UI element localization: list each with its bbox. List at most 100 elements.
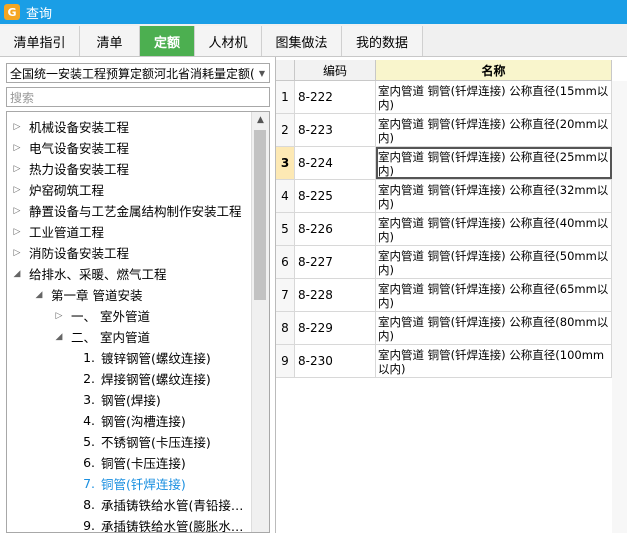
table-row[interactable]: 1 8-222 室内管道 铜管(钎焊连接) 公称直径(15mm以内) [276,81,627,114]
tab-bill-guide[interactable]: 清单指引 [0,26,80,56]
quota-name[interactable]: 室内管道 铜管(钎焊连接) 公称直径(32mm以内) [376,180,612,212]
table-row[interactable]: 3 8-224 室内管道 铜管(钎焊连接) 公称直径(25mm以内) [276,147,627,180]
collapse-arrow-icon[interactable]: ◢ [33,290,45,300]
table-row[interactable]: 9 8-230 室内管道 铜管(钎焊连接) 公称直径(100mm以内) [276,345,627,378]
tree-item[interactable]: ▷ 静置设备与工艺金属结构制作安装工程 [11,200,242,221]
tree-item[interactable]: ▷ 电气设备安装工程 [11,137,129,158]
tree-item[interactable]: 1. 镀锌钢管(螺纹连接) [77,347,211,368]
tree-item-number: 7. [83,476,95,491]
tree-item-label: 第一章 管道安装 [51,288,143,303]
quota-code[interactable]: 8-226 [295,213,376,245]
search-input[interactable]: 搜索 [6,87,270,107]
title-bar: G 查询 [0,0,627,24]
tree-item-number: 9. [83,518,95,533]
scroll-thumb[interactable] [254,130,266,300]
expand-arrow-icon[interactable]: ▷ [11,185,23,195]
expand-arrow-icon[interactable]: ▷ [11,122,23,132]
tree-item-label: 消防设备安装工程 [29,246,130,261]
table-row[interactable]: 4 8-225 室内管道 铜管(钎焊连接) 公称直径(32mm以内) [276,180,627,213]
tree-item[interactable]: ◢ 二、 室内管道 [53,326,150,347]
tree-item-number: 2. [83,371,95,386]
tab-atlas-method[interactable]: 图集做法 [262,26,342,56]
tree-item[interactable]: ◢ 第一章 管道安装 [33,284,143,305]
expand-arrow-icon[interactable]: ▷ [11,143,23,153]
tree-item[interactable]: 2. 焊接钢管(螺纹连接) [77,368,211,389]
quota-name[interactable]: 室内管道 铜管(钎焊连接) 公称直径(25mm以内) [376,147,612,179]
quota-name[interactable]: 室内管道 铜管(钎焊连接) 公称直径(20mm以内) [376,114,612,146]
quota-library-select[interactable]: 全国统一安装工程预算定额河北省消耗量定额(2012) ▼ [6,63,270,83]
quota-code[interactable]: 8-224 [295,147,376,179]
quota-name[interactable]: 室内管道 铜管(钎焊连接) 公称直径(80mm以内) [376,312,612,344]
row-index: 2 [276,114,295,146]
tree-item[interactable]: 5. 不锈钢管(卡压连接) [77,431,211,452]
tree-item[interactable]: ▷ 消防设备安装工程 [11,242,129,263]
collapse-arrow-icon[interactable]: ◢ [53,332,65,342]
header-name[interactable]: 名称 [376,60,612,81]
tree-item-label: 机械设备安装工程 [29,120,130,135]
quota-code[interactable]: 8-222 [295,81,376,113]
header-code[interactable]: 编码 [295,60,376,81]
row-index: 4 [276,180,295,212]
collapse-arrow-icon[interactable]: ◢ [11,269,23,279]
tab-my-data[interactable]: 我的数据 [342,26,423,56]
expand-arrow-icon[interactable]: ▷ [11,206,23,216]
tree-item[interactable]: ▷ 炉窑砌筑工程 [11,179,104,200]
quota-name[interactable]: 室内管道 铜管(钎焊连接) 公称直径(50mm以内) [376,246,612,278]
tree-item-label: 铜管(钎焊连接) [101,477,186,492]
quota-library-value: 全国统一安装工程预算定额河北省消耗量定额(2012) [10,66,255,81]
tree-scrollbar[interactable]: ▲ [251,112,269,532]
tab-bill[interactable]: 清单 [80,26,140,56]
app-logo-icon: G [4,4,20,20]
quota-code[interactable]: 8-229 [295,312,376,344]
chevron-down-icon[interactable]: ▼ [255,69,269,78]
expand-arrow-icon[interactable]: ▷ [11,248,23,258]
table-row[interactable]: 8 8-229 室内管道 铜管(钎焊连接) 公称直径(80mm以内) [276,312,627,345]
table-row[interactable]: 7 8-228 室内管道 铜管(钎焊连接) 公称直径(65mm以内) [276,279,627,312]
quota-name[interactable]: 室内管道 铜管(钎焊连接) 公称直径(15mm以内) [376,81,612,113]
tree-item-label: 电气设备安装工程 [29,141,130,156]
tree-item-label: 钢管(沟槽连接) [101,414,186,429]
quota-code[interactable]: 8-228 [295,279,376,311]
tree-item-label: 钢管(焊接) [101,393,161,408]
table-row[interactable]: 2 8-223 室内管道 铜管(钎焊连接) 公称直径(20mm以内) [276,114,627,147]
tree-item[interactable]: 9. 承插铸铁给水管(膨胀水… [77,515,243,533]
tree-item-number: 8. [83,497,95,512]
table-scrollbar[interactable] [612,81,627,533]
quota-code[interactable]: 8-227 [295,246,376,278]
tree-item-label: 工业管道工程 [29,225,105,240]
expand-arrow-icon[interactable]: ▷ [11,227,23,237]
tree-item[interactable]: ▷ 一、 室外管道 [53,305,150,326]
tree-item[interactable]: ◢ 给排水、采暖、燃气工程 [11,263,167,284]
quota-name[interactable]: 室内管道 铜管(钎焊连接) 公称直径(100mm以内) [376,345,612,377]
tree-item[interactable]: ▷ 机械设备安装工程 [11,116,129,137]
tree-item-number: 1. [83,350,95,365]
tree-item[interactable]: 7. 铜管(钎焊连接) [77,473,186,494]
scroll-up-icon[interactable]: ▲ [252,112,269,129]
window-title: 查询 [26,6,53,22]
tree-item[interactable]: 8. 承插铸铁给水管(青铅接… [77,494,243,515]
quota-code[interactable]: 8-230 [295,345,376,377]
quota-code[interactable]: 8-225 [295,180,376,212]
tab-quota[interactable]: 定额 [140,26,195,56]
table-row[interactable]: 5 8-226 室内管道 铜管(钎焊连接) 公称直径(40mm以内) [276,213,627,246]
table-row[interactable]: 6 8-227 室内管道 铜管(钎焊连接) 公称直径(50mm以内) [276,246,627,279]
tree-item-label: 炉窑砌筑工程 [29,183,105,198]
tree-item-label: 不锈钢管(卡压连接) [101,435,211,450]
quota-name[interactable]: 室内管道 铜管(钎焊连接) 公称直径(40mm以内) [376,213,612,245]
tree-item[interactable]: 6. 铜管(卡压连接) [77,452,186,473]
tree-item-label: 二、 室内管道 [71,330,150,345]
tree-item-label: 镀锌钢管(螺纹连接) [101,351,211,366]
tree-item[interactable]: 3. 钢管(焊接) [77,389,161,410]
quota-name[interactable]: 室内管道 铜管(钎焊连接) 公称直径(65mm以内) [376,279,612,311]
quota-code[interactable]: 8-223 [295,114,376,146]
row-index: 8 [276,312,295,344]
tree-item[interactable]: ▷ 工业管道工程 [11,221,104,242]
expand-arrow-icon[interactable]: ▷ [53,311,65,321]
tree-item[interactable]: ▷ 热力设备安装工程 [11,158,129,179]
row-index: 3 [276,147,295,179]
tree-item-label: 承插铸铁给水管(青铅接… [101,498,244,513]
row-index: 5 [276,213,295,245]
expand-arrow-icon[interactable]: ▷ [11,164,23,174]
tree-item[interactable]: 4. 钢管(沟槽连接) [77,410,186,431]
tab-materials[interactable]: 人材机 [195,26,262,56]
